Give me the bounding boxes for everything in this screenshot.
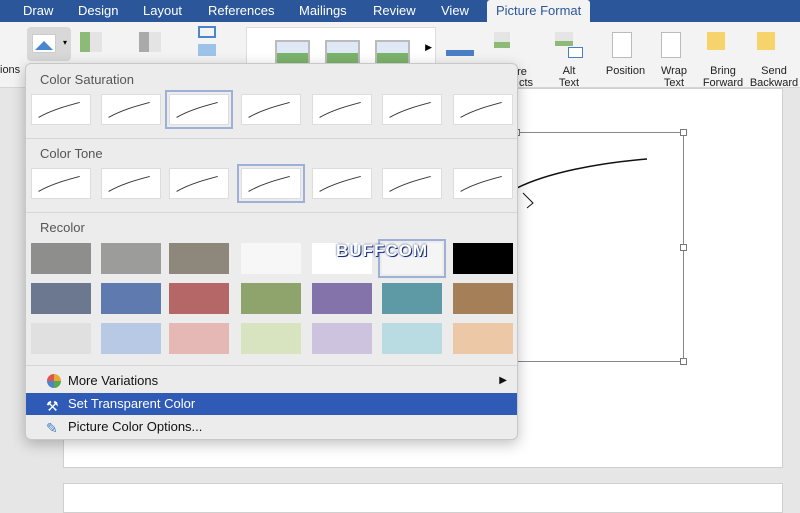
divider [26, 212, 517, 213]
picture-border-icon[interactable] [446, 32, 474, 56]
tab-layout[interactable]: Layout [143, 3, 182, 18]
recolor-swatch[interactable] [382, 283, 442, 314]
bring-forward-button[interactable]: Bring Forward [700, 65, 746, 89]
resize-handle[interactable] [680, 358, 687, 365]
recolor-swatch[interactable] [31, 283, 91, 314]
saturation-swatch[interactable] [101, 94, 161, 125]
recolor-swatch[interactable] [31, 243, 91, 274]
saturation-swatch[interactable] [241, 94, 301, 125]
paint-brush-icon: ✎ [46, 420, 58, 436]
chevron-down-icon: ▾ [62, 38, 67, 47]
watermark-logo: BUFFCOM [336, 241, 428, 260]
selected-picture[interactable] [513, 129, 687, 365]
corrections-label[interactable]: ions [0, 64, 20, 76]
compress-pictures-icon[interactable] [198, 26, 224, 64]
recolor-swatch[interactable] [453, 283, 513, 314]
send-backward-button[interactable]: Send Backward [748, 65, 800, 89]
tone-swatch[interactable] [312, 168, 372, 199]
recolor-heading: Recolor [40, 220, 85, 235]
alt-text-icon [555, 32, 583, 58]
tab-draw[interactable]: Draw [23, 3, 53, 18]
gallery-more-icon[interactable]: ▶ [425, 42, 432, 53]
more-variations-label: More Variations [68, 373, 159, 388]
recolor-swatch[interactable] [453, 243, 513, 274]
tab-references[interactable]: References [208, 3, 274, 18]
tone-swatch[interactable] [382, 168, 442, 199]
tone-swatch[interactable] [169, 168, 229, 199]
tab-review[interactable]: Review [373, 3, 416, 18]
color-dropdown-menu: Color Saturation Color Tone Recolor More… [25, 63, 518, 440]
more-variations-item[interactable]: More Variations ▶ [26, 370, 517, 392]
tone-swatch[interactable] [31, 168, 91, 199]
artistic-effects-icon[interactable] [80, 32, 118, 56]
set-transparent-color-item[interactable]: ⚒ Set Transparent Color [26, 393, 517, 415]
transparency-icon[interactable] [139, 32, 177, 56]
saturation-swatch[interactable] [453, 94, 513, 125]
recolor-swatch[interactable] [241, 243, 301, 274]
recolor-swatch[interactable] [101, 243, 161, 274]
recolor-swatch[interactable] [453, 323, 513, 354]
send-backward-icon [757, 32, 775, 50]
recolor-swatch[interactable] [241, 323, 301, 354]
tab-mailings[interactable]: Mailings [299, 3, 347, 18]
recolor-swatch[interactable] [241, 283, 301, 314]
submenu-arrow-icon: ▶ [499, 375, 507, 386]
divider [26, 365, 517, 366]
tab-view[interactable]: View [441, 3, 469, 18]
resize-handle[interactable] [680, 129, 687, 136]
recolor-swatch[interactable] [169, 283, 229, 314]
tone-swatch[interactable] [237, 164, 305, 203]
divider [26, 138, 517, 139]
recolor-swatch[interactable] [312, 283, 372, 314]
ribbon-tabs: Draw Design Layout References Mailings R… [0, 0, 800, 22]
picture-color-options-label: Picture Color Options... [68, 419, 203, 434]
saturation-swatch[interactable] [382, 94, 442, 125]
position-icon [612, 32, 632, 58]
picture-styles-gallery[interactable]: ▶ [246, 27, 436, 67]
bring-forward-icon [707, 32, 725, 50]
color-tone-heading: Color Tone [40, 146, 103, 161]
tab-design[interactable]: Design [78, 3, 118, 18]
color-saturation-heading: Color Saturation [40, 72, 134, 87]
signature-image [517, 158, 648, 209]
tab-picture-format[interactable]: Picture Format [487, 0, 591, 22]
magic-wand-icon: ⚒ [46, 398, 59, 414]
document-page-2 [63, 483, 783, 513]
saturation-swatch[interactable] [312, 94, 372, 125]
picture-color-options-item[interactable]: ✎ Picture Color Options... [26, 416, 517, 438]
alt-text-button[interactable]: Alt Text [552, 65, 586, 89]
color-button[interactable]: ▾ [27, 27, 71, 61]
set-transparent-color-label: Set Transparent Color [68, 396, 196, 411]
saturation-swatch[interactable] [165, 90, 233, 129]
position-button[interactable]: Position [603, 65, 648, 77]
wrap-text-button[interactable]: Wrap Text [655, 65, 693, 89]
recolor-swatch[interactable] [169, 323, 229, 354]
saturation-swatch[interactable] [31, 94, 91, 125]
color-wheel-icon [47, 374, 61, 388]
recolor-swatch[interactable] [101, 283, 161, 314]
recolor-swatch[interactable] [312, 323, 372, 354]
picture-effects-icon[interactable] [494, 32, 524, 56]
recolor-swatch[interactable] [101, 323, 161, 354]
tone-swatch[interactable] [101, 168, 161, 199]
recolor-swatch[interactable] [31, 323, 91, 354]
resize-handle[interactable] [680, 244, 687, 251]
recolor-swatch[interactable] [382, 323, 442, 354]
recolor-swatch[interactable] [169, 243, 229, 274]
tone-swatch[interactable] [453, 168, 513, 199]
picture-icon [32, 34, 56, 53]
wrap-text-icon [661, 32, 681, 58]
